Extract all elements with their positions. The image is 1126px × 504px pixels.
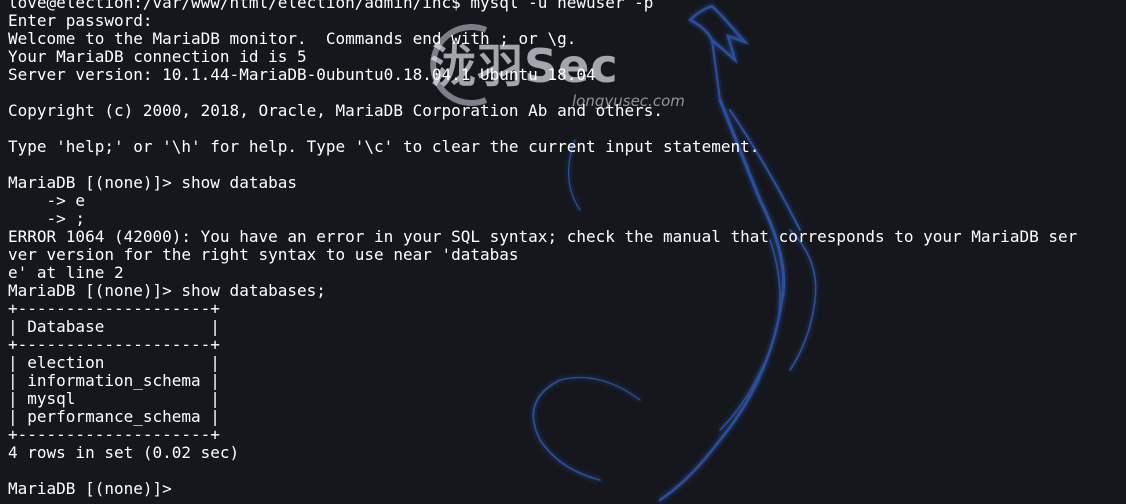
- terminal-line: | performance_schema |: [8, 407, 220, 426]
- terminal-line: ver version for the right syntax to use …: [8, 245, 519, 264]
- terminal-line: -> ;: [8, 209, 86, 228]
- terminal-line: | information_schema |: [8, 371, 220, 390]
- terminal-line: | election |: [8, 353, 220, 372]
- terminal-line: love@election:/var/www/html/election/adm…: [8, 0, 654, 12]
- terminal-line: Welcome to the MariaDB monitor. Commands…: [8, 29, 577, 48]
- terminal-line: | mysql |: [8, 389, 220, 408]
- terminal-output[interactable]: love@election:/var/www/html/election/adm…: [8, 0, 1077, 498]
- terminal-line: ERROR 1064 (42000): You have an error in…: [8, 227, 1078, 246]
- terminal-line: Your MariaDB connection id is 5: [8, 47, 307, 66]
- terminal-line: Copyright (c) 2000, 2018, Oracle, MariaD…: [8, 101, 664, 120]
- terminal-line: 4 rows in set (0.02 sec): [8, 443, 240, 462]
- terminal-prompt[interactable]: MariaDB [(none)]>: [8, 480, 1077, 498]
- terminal-line: +--------------------+: [8, 425, 220, 444]
- terminal-line: +--------------------+: [8, 299, 220, 318]
- terminal-line: Enter password:: [8, 11, 153, 30]
- terminal-line: -> e: [8, 191, 86, 210]
- terminal-line: Server version: 10.1.44-MariaDB-0ubuntu0…: [8, 65, 596, 84]
- terminal-line: +--------------------+: [8, 335, 220, 354]
- terminal-line: Type 'help;' or '\h' for help. Type '\c'…: [8, 137, 760, 156]
- terminal-line: MariaDB [(none)]> show databases;: [8, 281, 326, 300]
- terminal-line: | Database |: [8, 317, 220, 336]
- terminal-line: e' at line 2: [8, 263, 124, 282]
- terminal-line: MariaDB [(none)]> show databas: [8, 173, 297, 192]
